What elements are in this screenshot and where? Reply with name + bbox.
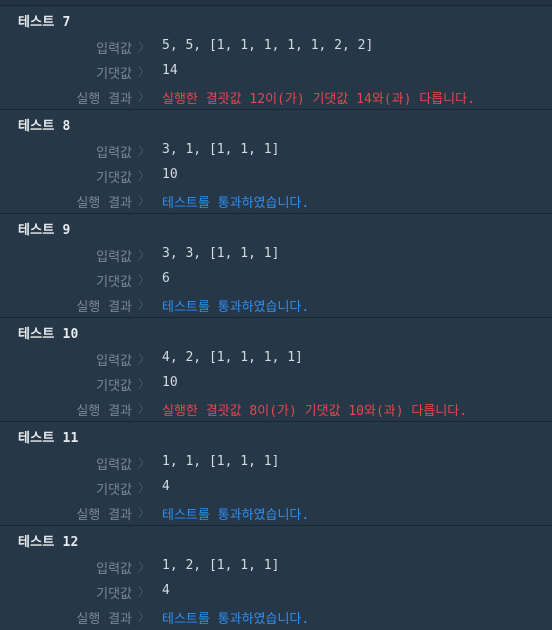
expected-value: 6 [162,271,170,286]
chevron-right-icon: 〉 [138,377,151,391]
expected-value: 14 [162,63,178,78]
test-case: 테스트 7 입력값 〉 5, 5, [1, 1, 1, 1, 1, 2, 2] … [0,6,552,110]
chevron-right-icon: 〉 [138,298,151,312]
result-label: 실행 결과 [76,300,132,315]
chevron-right-icon: 〉 [138,352,151,366]
chevron-right-icon: 〉 [138,194,151,208]
chevron-right-icon: 〉 [138,402,151,416]
test-title: 테스트 10 [18,327,79,342]
test-case: 테스트 10 입력값 〉 4, 2, [1, 1, 1, 1] 기댓값 〉 10… [0,318,552,422]
test-case: 테스트 11 입력값 〉 1, 1, [1, 1, 1] 기댓값 〉 4 실행 … [0,422,552,526]
result-label: 실행 결과 [76,196,132,211]
test-title: 테스트 7 [18,15,71,30]
expected-label: 기댓값 [96,587,132,602]
test-title: 테스트 11 [18,431,79,446]
chevron-right-icon: 〉 [138,90,151,104]
test-title: 테스트 9 [18,223,71,238]
result-label: 실행 결과 [76,612,132,627]
result-label: 실행 결과 [76,508,132,523]
test-case: 테스트 8 입력값 〉 3, 1, [1, 1, 1] 기댓값 〉 10 실행 … [0,110,552,214]
chevron-right-icon: 〉 [138,248,151,262]
expected-label: 기댓값 [96,171,132,186]
result-message-pass: 테스트를 통과하였습니다. [162,508,310,523]
chevron-right-icon: 〉 [138,273,151,287]
expected-value: 10 [162,375,178,390]
expected-label: 기댓값 [96,67,132,82]
input-value: 1, 2, [1, 1, 1] [162,558,280,573]
expected-label: 기댓값 [96,275,132,290]
test-case: 테스트 12 입력값 〉 1, 2, [1, 1, 1] 기댓값 〉 4 실행 … [0,526,552,630]
expected-value: 10 [162,167,178,182]
input-value: 3, 3, [1, 1, 1] [162,246,280,261]
result-message-fail: 실행한 결괏값 8이(가) 기댓값 10와(과) 다릅니다. [162,404,468,419]
test-title: 테스트 8 [18,119,71,134]
input-label: 입력값 [96,562,132,577]
chevron-right-icon: 〉 [138,40,151,54]
expected-value: 4 [162,479,170,494]
input-label: 입력값 [96,458,132,473]
result-label: 실행 결과 [76,92,132,107]
test-results-panel: 테스트 7 입력값 〉 5, 5, [1, 1, 1, 1, 1, 2, 2] … [0,0,552,629]
expected-value: 4 [162,583,170,598]
input-value: 1, 1, [1, 1, 1] [162,454,280,469]
result-message-pass: 테스트를 통과하였습니다. [162,196,310,211]
input-label: 입력값 [96,354,132,369]
input-label: 입력값 [96,250,132,265]
chevron-right-icon: 〉 [138,506,151,520]
test-title: 테스트 12 [18,535,79,550]
input-value: 4, 2, [1, 1, 1, 1] [162,350,303,365]
chevron-right-icon: 〉 [138,144,151,158]
input-value: 3, 1, [1, 1, 1] [162,142,280,157]
result-message-pass: 테스트를 통과하였습니다. [162,300,310,315]
chevron-right-icon: 〉 [138,456,151,470]
input-value: 5, 5, [1, 1, 1, 1, 1, 2, 2] [162,38,374,53]
result-message-fail: 실행한 결괏값 12이(가) 기댓값 14와(과) 다릅니다. [162,92,475,107]
chevron-right-icon: 〉 [138,560,151,574]
input-label: 입력값 [96,42,132,57]
chevron-right-icon: 〉 [138,610,151,624]
input-label: 입력값 [96,146,132,161]
chevron-right-icon: 〉 [138,65,151,79]
expected-label: 기댓값 [96,379,132,394]
chevron-right-icon: 〉 [138,585,151,599]
chevron-right-icon: 〉 [138,169,151,183]
test-case: 테스트 9 입력값 〉 3, 3, [1, 1, 1] 기댓값 〉 6 실행 결… [0,214,552,318]
expected-label: 기댓값 [96,483,132,498]
result-label: 실행 결과 [76,404,132,419]
chevron-right-icon: 〉 [138,481,151,495]
result-message-pass: 테스트를 통과하였습니다. [162,612,310,627]
